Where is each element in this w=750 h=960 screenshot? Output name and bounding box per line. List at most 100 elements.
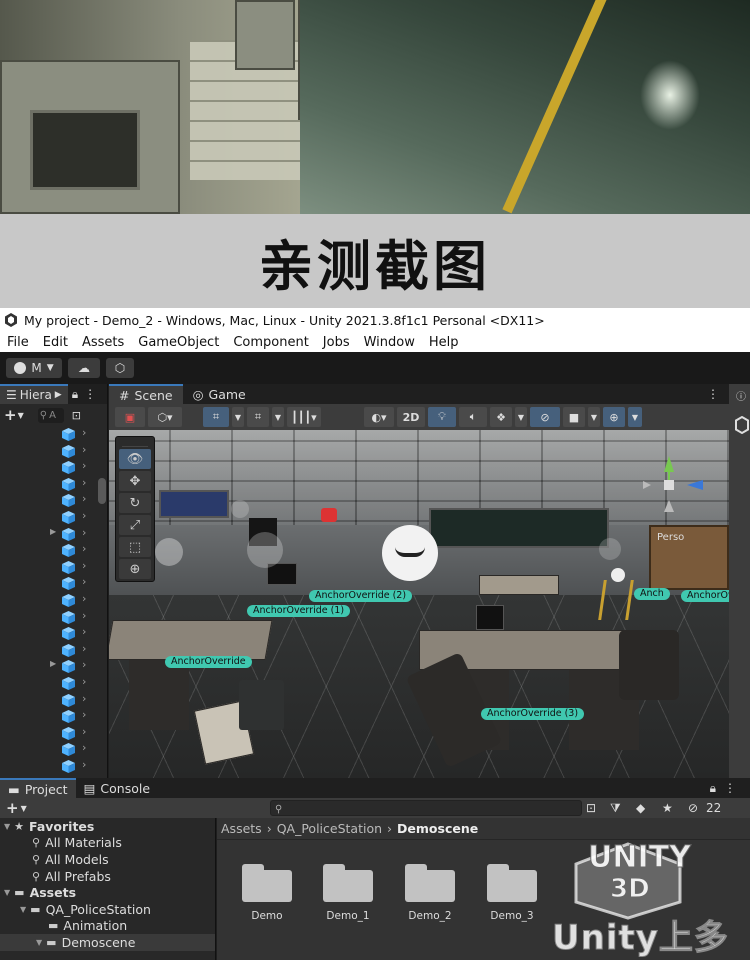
- chevron-right-icon[interactable]: ›: [82, 575, 86, 588]
- tree-item[interactable]: ⚲ All Prefabs: [0, 868, 215, 885]
- add-button[interactable]: +: [6, 799, 19, 817]
- breadcrumb-item[interactable]: QA_PoliceStation: [277, 821, 382, 836]
- menu-help[interactable]: Help: [429, 335, 459, 350]
- hierarchy-item[interactable]: ›: [0, 708, 108, 725]
- lock-icon[interactable]: 🔒︎: [710, 781, 716, 796]
- info-icon[interactable]: ⓘ: [736, 388, 746, 403]
- expand-arrow-icon[interactable]: ▼: [4, 888, 10, 897]
- tree-item[interactable]: ▼ ▬ Demoscene: [0, 934, 215, 951]
- grid-snap-button[interactable]: ⌗: [203, 407, 229, 427]
- gizmos-dropdown[interactable]: ▼: [628, 407, 642, 427]
- hierarchy-item[interactable]: ›: [0, 509, 108, 526]
- visibility-toggle[interactable]: ⊘: [530, 407, 560, 427]
- increment-snap-dropdown[interactable]: ▼: [272, 407, 284, 427]
- expand-arrow-icon[interactable]: ▶: [50, 659, 56, 668]
- chevron-right-icon[interactable]: ›: [82, 443, 86, 456]
- hierarchy-item[interactable]: ›: [0, 492, 108, 509]
- chevron-right-icon[interactable]: ›: [82, 708, 86, 721]
- toggle-2d-button[interactable]: 2D: [397, 407, 425, 427]
- chevron-right-icon[interactable]: ›: [82, 625, 86, 638]
- chevron-right-icon[interactable]: ›: [82, 509, 86, 522]
- hierarchy-item[interactable]: ›: [0, 675, 108, 692]
- asset-folder[interactable]: Demo: [232, 864, 302, 922]
- more-icon[interactable]: ⋮: [724, 781, 736, 795]
- more-icon[interactable]: ⋮: [707, 387, 719, 401]
- move-tool-button[interactable]: ✥: [119, 471, 151, 491]
- effects-dropdown[interactable]: ▼: [515, 407, 527, 427]
- light-gizmo-icon[interactable]: [231, 500, 249, 518]
- hierarchy-item[interactable]: ›: [0, 741, 108, 758]
- tag-icon[interactable]: ◆: [636, 801, 645, 815]
- hierarchy-item[interactable]: ›: [0, 443, 108, 460]
- hierarchy-item[interactable]: ▶ ›: [0, 526, 108, 543]
- star-icon[interactable]: ★: [662, 801, 673, 815]
- light-gizmo-icon[interactable]: [155, 538, 183, 566]
- lighting-toggle[interactable]: 💡︎: [428, 407, 456, 427]
- camera-dropdown[interactable]: ▼: [588, 407, 600, 427]
- chevron-right-icon[interactable]: ›: [82, 725, 86, 738]
- tree-item[interactable]: ⚲ All Models: [0, 851, 215, 868]
- anchor-label[interactable]: AnchorOverride (2): [309, 590, 413, 602]
- menu-edit[interactable]: Edit: [43, 335, 68, 350]
- chevron-right-icon[interactable]: ›: [82, 675, 86, 688]
- pivot-button[interactable]: ⬡▾: [148, 407, 182, 427]
- hierarchy-item[interactable]: ›: [0, 459, 108, 476]
- asset-folder[interactable]: Demo_2: [395, 864, 465, 922]
- transform-tool-button[interactable]: ⊕: [119, 559, 151, 579]
- hierarchy-scrollbar[interactable]: [98, 478, 106, 504]
- light-gizmo-icon[interactable]: [382, 525, 438, 581]
- breadcrumb-item[interactable]: Demoscene: [397, 821, 478, 836]
- hierarchy-search-input[interactable]: ⚲ A: [37, 407, 64, 423]
- lock-icon[interactable]: 🔒︎: [72, 387, 78, 402]
- account-dropdown[interactable]: M ▼: [6, 358, 62, 378]
- gizmos-toggle[interactable]: ⊕: [603, 407, 625, 427]
- light-gizmo-icon[interactable]: [247, 532, 283, 568]
- menu-jobs[interactable]: Jobs: [323, 335, 350, 350]
- grid-snap-dropdown[interactable]: ▼: [232, 407, 244, 427]
- tab-console[interactable]: ▤ Console: [76, 778, 158, 798]
- menu-assets[interactable]: Assets: [82, 335, 124, 350]
- light-gizmo-icon[interactable]: [599, 538, 621, 560]
- chevron-right-icon[interactable]: ›: [82, 559, 86, 572]
- hierarchy-item[interactable]: ›: [0, 559, 108, 576]
- filter-label-icon[interactable]: ⧩: [610, 801, 621, 816]
- chevron-right-icon[interactable]: ›: [82, 459, 86, 472]
- view-tool-button[interactable]: 👁︎: [119, 449, 151, 469]
- asset-folder[interactable]: Demo_3: [477, 864, 547, 922]
- tab-project[interactable]: ▬ Project: [0, 778, 76, 798]
- expand-arrow-icon[interactable]: ▼: [20, 905, 26, 914]
- tab-game[interactable]: ◎ Game: [183, 384, 256, 404]
- hierarchy-item[interactable]: ›: [0, 758, 108, 775]
- hierarchy-item[interactable]: ›: [0, 625, 108, 642]
- menu-file[interactable]: File: [7, 335, 29, 350]
- chevron-right-icon[interactable]: ›: [82, 758, 86, 771]
- tree-item[interactable]: ▼ ▬ QA_PoliceStation: [0, 901, 215, 918]
- chevron-right-icon[interactable]: ›: [82, 658, 86, 671]
- hierarchy-item[interactable]: ›: [0, 725, 108, 742]
- chevron-right-icon[interactable]: ›: [82, 609, 86, 622]
- hierarchy-item[interactable]: ▶ ›: [0, 658, 108, 675]
- breadcrumb-item[interactable]: Assets: [221, 821, 262, 836]
- anchor-label[interactable]: AnchorOv: [681, 590, 729, 602]
- tree-item[interactable]: ▼ ★ Favorites: [0, 818, 215, 835]
- spotlight-gizmo-icon[interactable]: [321, 508, 337, 522]
- chevron-right-icon[interactable]: ›: [82, 526, 86, 539]
- chevron-right-icon[interactable]: ›: [82, 426, 86, 439]
- collab-button[interactable]: ⬡: [106, 358, 134, 378]
- hierarchy-item[interactable]: ›: [0, 592, 108, 609]
- hierarchy-item[interactable]: ›: [0, 575, 108, 592]
- anchor-label[interactable]: AnchorOverride (1): [247, 605, 351, 617]
- anchor-label[interactable]: AnchorOverride: [165, 656, 252, 668]
- chevron-right-icon[interactable]: ›: [82, 692, 86, 705]
- chevron-right-icon[interactable]: ›: [82, 592, 86, 605]
- hierarchy-item[interactable]: ›: [0, 692, 108, 709]
- rect-tool-button[interactable]: ⬚: [119, 537, 151, 557]
- chevron-right-icon[interactable]: ›: [82, 476, 86, 489]
- tree-item[interactable]: ▬ Animation: [0, 918, 215, 935]
- eye-slash-icon[interactable]: ⊘: [688, 801, 698, 815]
- expand-arrow-icon[interactable]: ▶: [50, 527, 56, 536]
- chevron-right-icon[interactable]: ›: [82, 642, 86, 655]
- expand-arrow-icon[interactable]: ▼: [36, 938, 42, 947]
- expand-arrow-icon[interactable]: ▼: [4, 822, 10, 831]
- asset-folder[interactable]: Demo_1: [313, 864, 383, 922]
